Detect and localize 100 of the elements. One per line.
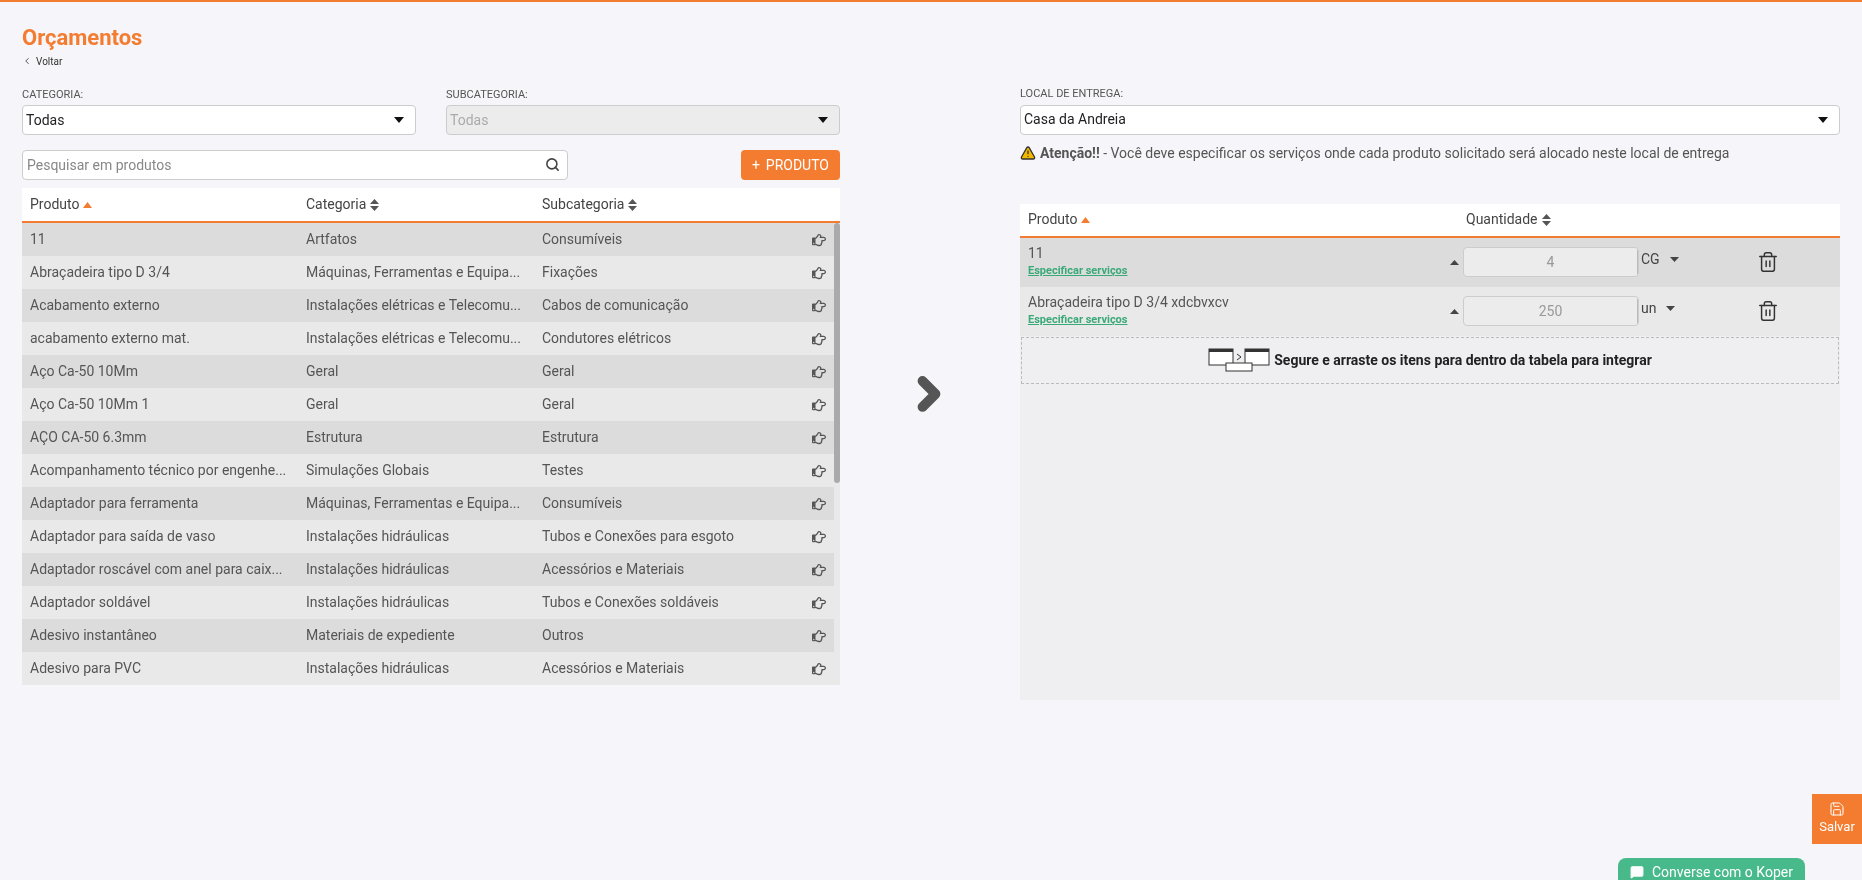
table-row[interactable]: Adaptador roscável com anel para caix... Instalações hidráulicas Acessórios e Materiais <box>22 553 834 586</box>
pointing-hand-icon[interactable] <box>812 364 826 379</box>
pointing-hand-icon[interactable] <box>812 298 826 313</box>
trash-icon[interactable] <box>1757 251 1779 273</box>
table-cell-text: Adaptador soldável <box>29 593 152 612</box>
table-cell-text: acabamento externo mat. <box>29 329 191 348</box>
column-header[interactable]: Produto <box>1020 209 1458 230</box>
table-cell-text: Acessórios e Materiais <box>541 560 686 579</box>
column-header[interactable]: Quantidade <box>1458 209 1559 230</box>
pointing-hand-icon[interactable] <box>812 265 826 280</box>
table-cell-text: Simulações Globais <box>305 461 431 480</box>
table-cell-text: Instalações hidráulicas <box>305 560 451 579</box>
table-cell-text: AÇO CA-50 6.3mm <box>29 428 148 447</box>
product-name: Abraçadeira tipo D 3/4 xdcbvxcv <box>1028 294 1229 312</box>
pointing-hand-icon[interactable] <box>812 562 826 577</box>
pointing-hand-icon[interactable] <box>812 397 826 412</box>
pointing-hand-icon[interactable] <box>812 331 826 346</box>
table-cell-text: Instalações hidráulicas <box>305 593 451 612</box>
trash-icon[interactable] <box>1757 300 1779 322</box>
table-row[interactable]: Adesivo para PVC Instalações hidráulicas Acessórios e Materiais <box>22 652 834 685</box>
table-cell-text: Estrutura <box>305 428 364 447</box>
table-row[interactable]: acabamento externo mat. Instalações elétricas e Telecomu... Condutores elétricos <box>22 322 834 355</box>
table-cell-text: Materiais de expediente <box>305 626 456 645</box>
table-cell-text: Adaptador para ferramenta <box>29 494 200 513</box>
table-cell-text: Tubos e Conexões para esgoto <box>541 527 735 546</box>
table-cell-text: Abraçadeira tipo D 3/4 <box>29 263 171 282</box>
dropdown-caret-icon <box>1669 256 1679 262</box>
scrollbar[interactable] <box>834 223 840 685</box>
table-cell-text: Adaptador para saída de vaso <box>29 527 217 546</box>
table-cell-text: Instalações hidráulicas <box>305 659 451 678</box>
drop-hint: Segure e arraste os itens para dentro da tabela para integrar <box>1274 350 1652 370</box>
field-label: LOCAL DE ENTREGA: <box>1020 86 1125 102</box>
table-cell-text: Geral <box>541 362 576 381</box>
drag-table-icon <box>1208 348 1271 372</box>
table-row[interactable]: Aço Ca-50 10Mm Geral Geral <box>22 355 834 388</box>
table-cell-text: Cabos de comunicação <box>541 296 690 315</box>
table-cell-text: Outros <box>541 626 585 645</box>
table-row[interactable]: Abraçadeira tipo D 3/4 Máquinas, Ferramentas e Equipa... Fixações <box>22 256 834 289</box>
warning-text: Atenção!! - Você deve especificar os serviços onde cada produto solicitado será alocado neste local de entrega <box>1040 143 1730 163</box>
table-cell-text: Consumíveis <box>541 230 624 249</box>
table-cell-text: Aço Ca-50 10Mm <box>29 362 139 381</box>
table-cell-text: Acessórios e Materiais <box>541 659 686 678</box>
table-cell-text: Instalações elétricas e Telecomu... <box>305 329 522 348</box>
increment-icon[interactable] <box>1450 259 1459 265</box>
table-cell-text: Geral <box>305 362 340 381</box>
increment-icon[interactable] <box>1450 308 1459 314</box>
chevron-left-icon <box>22 56 32 66</box>
table-cell-text: Aço Ca-50 10Mm 1 <box>29 395 151 414</box>
unit-select[interactable]: un <box>1641 297 1691 319</box>
dropdown-caret-icon <box>1818 116 1828 123</box>
table-cell-text: Tubos e Conexões soldáveis <box>541 593 720 612</box>
table-cell-text: Máquinas, Ferramentas e Equipa... <box>305 263 522 282</box>
drop-zone[interactable]: Segure e arraste os itens para dentro da tabela para integrar <box>1021 336 1839 384</box>
table-row[interactable]: Adesivo instantâneo Materiais de expediente Outros <box>22 619 834 652</box>
pointing-hand-icon[interactable] <box>812 595 826 610</box>
delivery-select[interactable]: Casa da Andreia <box>1020 104 1840 135</box>
table-row[interactable]: AÇO CA-50 6.3mm Estrutura Estrutura <box>22 421 834 454</box>
pointing-hand-icon[interactable] <box>812 628 826 643</box>
column-header[interactable]: Categoria <box>298 194 534 215</box>
table-cell-text: Acompanhamento técnico por engenhe... <box>29 461 288 480</box>
table-cell-text: Consumíveis <box>541 494 624 513</box>
dropdown-caret-icon <box>1666 305 1676 311</box>
table-cell-text: Máquinas, Ferramentas e Equipa... <box>305 494 522 513</box>
save-icon <box>1829 801 1845 818</box>
pointing-hand-icon[interactable] <box>812 232 826 247</box>
table-row[interactable]: Acabamento externo Instalações elétricas e Telecomu... Cabos de comunicação <box>22 289 834 322</box>
table-cell-text: Instalações elétricas e Telecomu... <box>305 296 522 315</box>
table-row[interactable]: Aço Ca-50 10Mm 1 Geral Geral <box>22 388 834 421</box>
page-title: Orçamentos <box>22 24 144 52</box>
table-cell-text: Fixações <box>541 263 599 282</box>
table-cell-text: Estrutura <box>541 428 600 447</box>
table-row[interactable]: Acompanhamento técnico por engenhe... Simulações Globais Testes <box>22 454 834 487</box>
dropdown-caret-icon <box>394 117 404 123</box>
search-field[interactable]: Pesquisar em produtos <box>22 150 568 180</box>
table-row[interactable]: Adaptador para ferramenta Máquinas, Ferramentas e Equipa... Consumíveis <box>22 487 834 520</box>
pointing-hand-icon[interactable] <box>812 661 826 676</box>
table-cell-text: Geral <box>305 395 340 414</box>
unit-select[interactable]: CG <box>1641 248 1691 270</box>
table-row[interactable]: 11 Artfatos Consumíveis <box>22 223 834 256</box>
table-cell-text: 11 <box>29 230 47 249</box>
table-cell-text: Acabamento externo <box>29 296 161 315</box>
pointing-hand-icon[interactable] <box>812 529 826 544</box>
table-cell-text: Artfatos <box>305 230 358 249</box>
field-label: SUBCATEGORIA: <box>446 86 529 103</box>
back-link[interactable]: Voltar <box>22 53 63 69</box>
table-cell-text: Geral <box>541 395 576 414</box>
pointing-hand-icon[interactable] <box>812 496 826 511</box>
field-label: CATEGORIA: <box>22 86 85 103</box>
table-cell-text: Testes <box>541 461 585 480</box>
table-cell-text: Adesivo instantâneo <box>29 626 158 645</box>
table-cell-text: Instalações hidráulicas <box>305 527 451 546</box>
table-row[interactable]: Adaptador para saída de vaso Instalações hidráulicas Tubos e Conexões para esgoto <box>22 520 834 553</box>
chat-bubble-icon <box>1630 865 1644 879</box>
column-header[interactable]: Subcategoria <box>534 194 804 215</box>
column-header[interactable]: Produto <box>22 194 298 215</box>
table-row[interactable]: Adaptador soldável Instalações hidráulicas Tubos e Conexões soldáveis <box>22 586 834 619</box>
warning-icon <box>1020 145 1036 161</box>
pointing-hand-icon[interactable] <box>812 430 826 445</box>
category-select[interactable]: Todas <box>22 105 416 135</box>
pointing-hand-icon[interactable] <box>812 463 826 478</box>
